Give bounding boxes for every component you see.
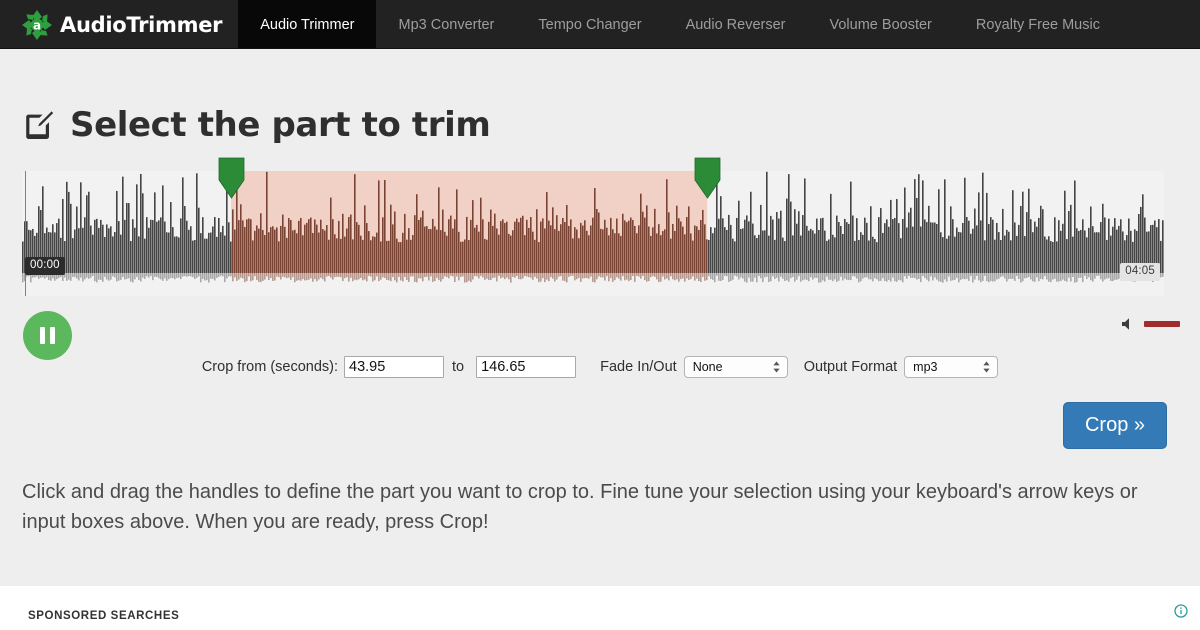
nav-item-audio-reverser[interactable]: Audio Reverser [664,0,808,49]
svg-text:a: a [33,18,41,32]
waveform-canvas[interactable] [22,171,1164,296]
crop-button[interactable]: Crop » [1063,402,1167,449]
top-navbar: a AudioTrimmer Audio Trimmer Mp3 Convert… [0,0,1200,49]
waveform-end-time: 04:05 [1120,263,1160,281]
edit-square-pencil-icon [22,108,56,142]
transport-row [22,304,1180,370]
page-title-text: Select the part to trim [70,105,490,145]
selection-start-handle[interactable] [217,156,246,202]
output-format-select[interactable]: mp3 [904,356,998,378]
sponsored-searches-label: SPONSORED SEARCHES [28,610,179,622]
green-star-logo-icon: a [22,10,52,40]
brand-home-link[interactable]: a AudioTrimmer [0,0,238,49]
play-pause-button[interactable] [23,311,72,360]
nav-item-tempo-changer[interactable]: Tempo Changer [516,0,663,49]
volume-slider[interactable] [1144,321,1180,327]
speaker-icon[interactable] [1121,316,1137,332]
main-content: Select the part to trim 00:00 04:05 [0,49,1200,586]
nav-item-royalty-free-music[interactable]: Royalty Free Music [954,0,1122,49]
selection-end-handle[interactable] [693,156,722,202]
nav-item-audio-trimmer[interactable]: Audio Trimmer [238,0,376,49]
waveform-start-time: 00:00 [25,257,65,275]
fade-select-wrapper[interactable]: None [677,356,788,378]
crop-action-row: Crop » [20,402,1180,449]
page-title: Select the part to trim [22,105,1180,145]
brand-name: AudioTrimmer [60,13,222,37]
output-format-select-wrapper[interactable]: mp3 [897,356,998,378]
pause-icon-bar-left [40,327,45,344]
fade-select[interactable]: None [684,356,788,378]
volume-control[interactable] [1121,316,1180,332]
waveform-container[interactable]: 00:00 04:05 [22,171,1164,296]
playhead-cursor [25,171,26,296]
helper-text: Click and drag the handles to define the… [22,477,1142,538]
pause-icon-bar-right [50,327,55,344]
waveform-graphic [22,171,1164,296]
sponsored-footer: SPONSORED SEARCHES [0,586,1200,630]
nav-items: Audio Trimmer Mp3 Converter Tempo Change… [238,0,1122,49]
nav-item-volume-booster[interactable]: Volume Booster [808,0,954,49]
info-circle-icon[interactable] [1174,604,1188,618]
nav-item-mp3-converter[interactable]: Mp3 Converter [376,0,516,49]
